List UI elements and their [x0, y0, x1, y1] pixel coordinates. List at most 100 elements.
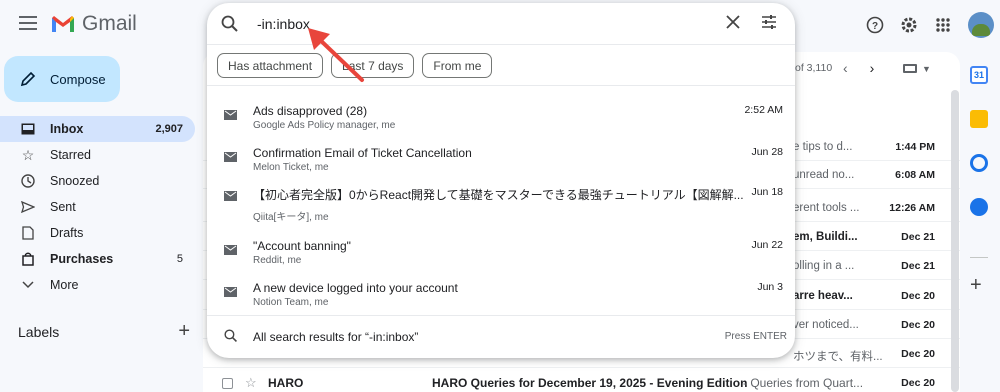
suggestion-sender: Google Ads Policy manager, me [253, 120, 396, 131]
chevron-left-icon[interactable]: ‹ [843, 60, 848, 76]
settings-icon[interactable] [892, 8, 926, 42]
chip-from-me[interactable]: From me [422, 53, 493, 78]
email-snippet: olling in a ... [793, 260, 855, 272]
suggestion-title: Confirmation Email of Ticket Cancellatio… [253, 146, 472, 160]
search-suggestion[interactable]: 【初心者完全版】0からReact開発して基礎をマスターできる最強チュートリアル【… [207, 180, 795, 230]
suggestion-sender: Qiita[キータ], me [253, 212, 329, 223]
suggestion-sender: Melon Ticket, me [253, 162, 329, 173]
mail-icon [224, 245, 237, 255]
app-name: Gmail [82, 12, 137, 35]
sidebar-item-label: Purchases [50, 252, 114, 266]
search-suggestion[interactable]: "Account banning" Reddit, me Jun 22 [207, 231, 795, 273]
help-icon[interactable]: ? [858, 8, 892, 42]
search-suggestion[interactable]: Ads disapproved (28) Google Ads Policy m… [207, 96, 795, 138]
tune-icon[interactable] [760, 13, 778, 31]
sidebar-item-label: Drafts [50, 226, 84, 240]
email-snippet: arre heav... [793, 290, 853, 302]
rail-divider [970, 257, 988, 258]
table-row[interactable]: ☆ HARO HARO Queries for December 19, 202… [203, 370, 960, 392]
keyboard-icon[interactable] [903, 64, 917, 73]
chevron-down-icon [20, 277, 36, 293]
suggestion-title: "Account banning" [253, 239, 351, 253]
row-checkbox[interactable] [222, 377, 233, 389]
email-snippet: erent tools ... [793, 202, 860, 214]
main-menu-button[interactable] [16, 12, 40, 36]
search-suggestion[interactable]: A new device logged into your account No… [207, 273, 795, 315]
gmail-logo-icon [52, 16, 74, 32]
suggestion-date: 2:52 AM [744, 104, 783, 116]
send-icon [20, 199, 36, 215]
all-search-results[interactable]: All search results for “-in:inbox” Press… [207, 321, 795, 351]
suggestion-sender: Notion Team, me [253, 297, 329, 308]
email-snippet: e tips to d... [793, 141, 853, 153]
email-snippet: ホツまで、有料... [793, 351, 883, 363]
close-icon[interactable] [724, 13, 742, 31]
email-subject: HARO Queries for December 19, 2025 - Eve… [432, 376, 748, 390]
keep-icon[interactable] [970, 110, 988, 128]
sidebar-item-purchases[interactable]: Purchases 5 [0, 246, 195, 272]
labels-heading: Labels [18, 323, 60, 340]
pencil-icon [20, 71, 36, 87]
suggestion-date: Jun 18 [751, 186, 783, 198]
sidebar-item-label: More [50, 278, 79, 292]
star-icon[interactable]: ☆ [245, 375, 257, 391]
press-enter-hint: Press ENTER [724, 331, 787, 342]
sidebar-nav: Inbox 2,907 ☆ Starred Snoozed Sent Draft… [0, 116, 195, 298]
sidebar-item-label: Snoozed [50, 174, 100, 188]
sidebar-item-more[interactable]: More [0, 272, 195, 298]
search-icon [224, 329, 237, 342]
email-date: 1:44 PM [895, 141, 935, 153]
suggestion-sender: Reddit, me [253, 255, 302, 266]
divider [207, 85, 795, 86]
divider [207, 315, 795, 316]
suggestion-date: Jun 22 [751, 239, 783, 251]
shopping-bag-icon [20, 251, 36, 267]
chevron-right-icon[interactable]: › [870, 60, 875, 76]
sidebar-item-starred[interactable]: ☆ Starred [0, 142, 195, 168]
account-avatar[interactable] [968, 12, 994, 38]
email-snippet: - Queries from Quart... [743, 376, 864, 390]
sidebar-item-drafts[interactable]: Drafts [0, 220, 195, 246]
contacts-icon[interactable] [970, 198, 988, 216]
gmail-logo[interactable]: Gmail [50, 12, 137, 36]
caret-down-icon[interactable]: ▼ [922, 64, 931, 74]
email-date: Dec 20 [901, 377, 935, 389]
inbox-count: 2,907 [155, 123, 183, 135]
email-snippet: unread no... [793, 169, 855, 181]
compose-button[interactable]: Compose [4, 56, 120, 102]
email-snippet: ver noticed... [793, 319, 859, 331]
pagination-nav: ‹ › [843, 60, 874, 76]
email-date: 12:26 AM [889, 202, 935, 214]
tasks-icon[interactable] [970, 154, 988, 172]
suggestion-date: Jun 3 [757, 281, 783, 293]
suggestion-title: A new device logged into your account [253, 281, 458, 295]
search-bar [207, 3, 795, 45]
sidebar-item-inbox[interactable]: Inbox 2,907 [0, 116, 195, 142]
inbox-icon [20, 121, 36, 137]
calendar-icon[interactable]: 31 [970, 66, 988, 84]
search-icon[interactable] [221, 15, 239, 33]
scrollbar[interactable] [951, 90, 959, 392]
mail-icon [224, 152, 237, 162]
plus-icon[interactable]: + [970, 274, 982, 297]
search-suggestion[interactable]: Confirmation Email of Ticket Cancellatio… [207, 138, 795, 180]
apps-icon[interactable] [926, 8, 960, 42]
annotation-arrow-icon [308, 28, 364, 82]
compose-label: Compose [50, 71, 106, 87]
sidebar-item-sent[interactable]: Sent [0, 194, 195, 220]
sidebar-item-label: Starred [50, 148, 91, 162]
suggestion-title: Ads disapproved (28) [253, 104, 368, 118]
email-date: Dec 21 [901, 231, 935, 243]
all-results-text: All search results for “-in:inbox” [253, 330, 419, 344]
suggestion-title: 【初心者完全版】0からReact開発して基礎をマスターできる最強チュートリアル【… [253, 188, 743, 202]
purchases-count: 5 [176, 253, 183, 265]
search-dropdown: Has attachment Last 7 days From me Ads d… [207, 3, 795, 358]
star-icon: ☆ [21, 146, 35, 163]
svg-text:?: ? [872, 21, 878, 32]
email-date: Dec 20 [901, 319, 935, 331]
top-right-icons: ? [858, 8, 1000, 42]
sidebar-item-snoozed[interactable]: Snoozed [0, 168, 195, 194]
email-date: Dec 20 [901, 348, 935, 360]
email-date: 6:08 AM [895, 169, 935, 181]
add-label-icon[interactable]: + [178, 320, 190, 343]
